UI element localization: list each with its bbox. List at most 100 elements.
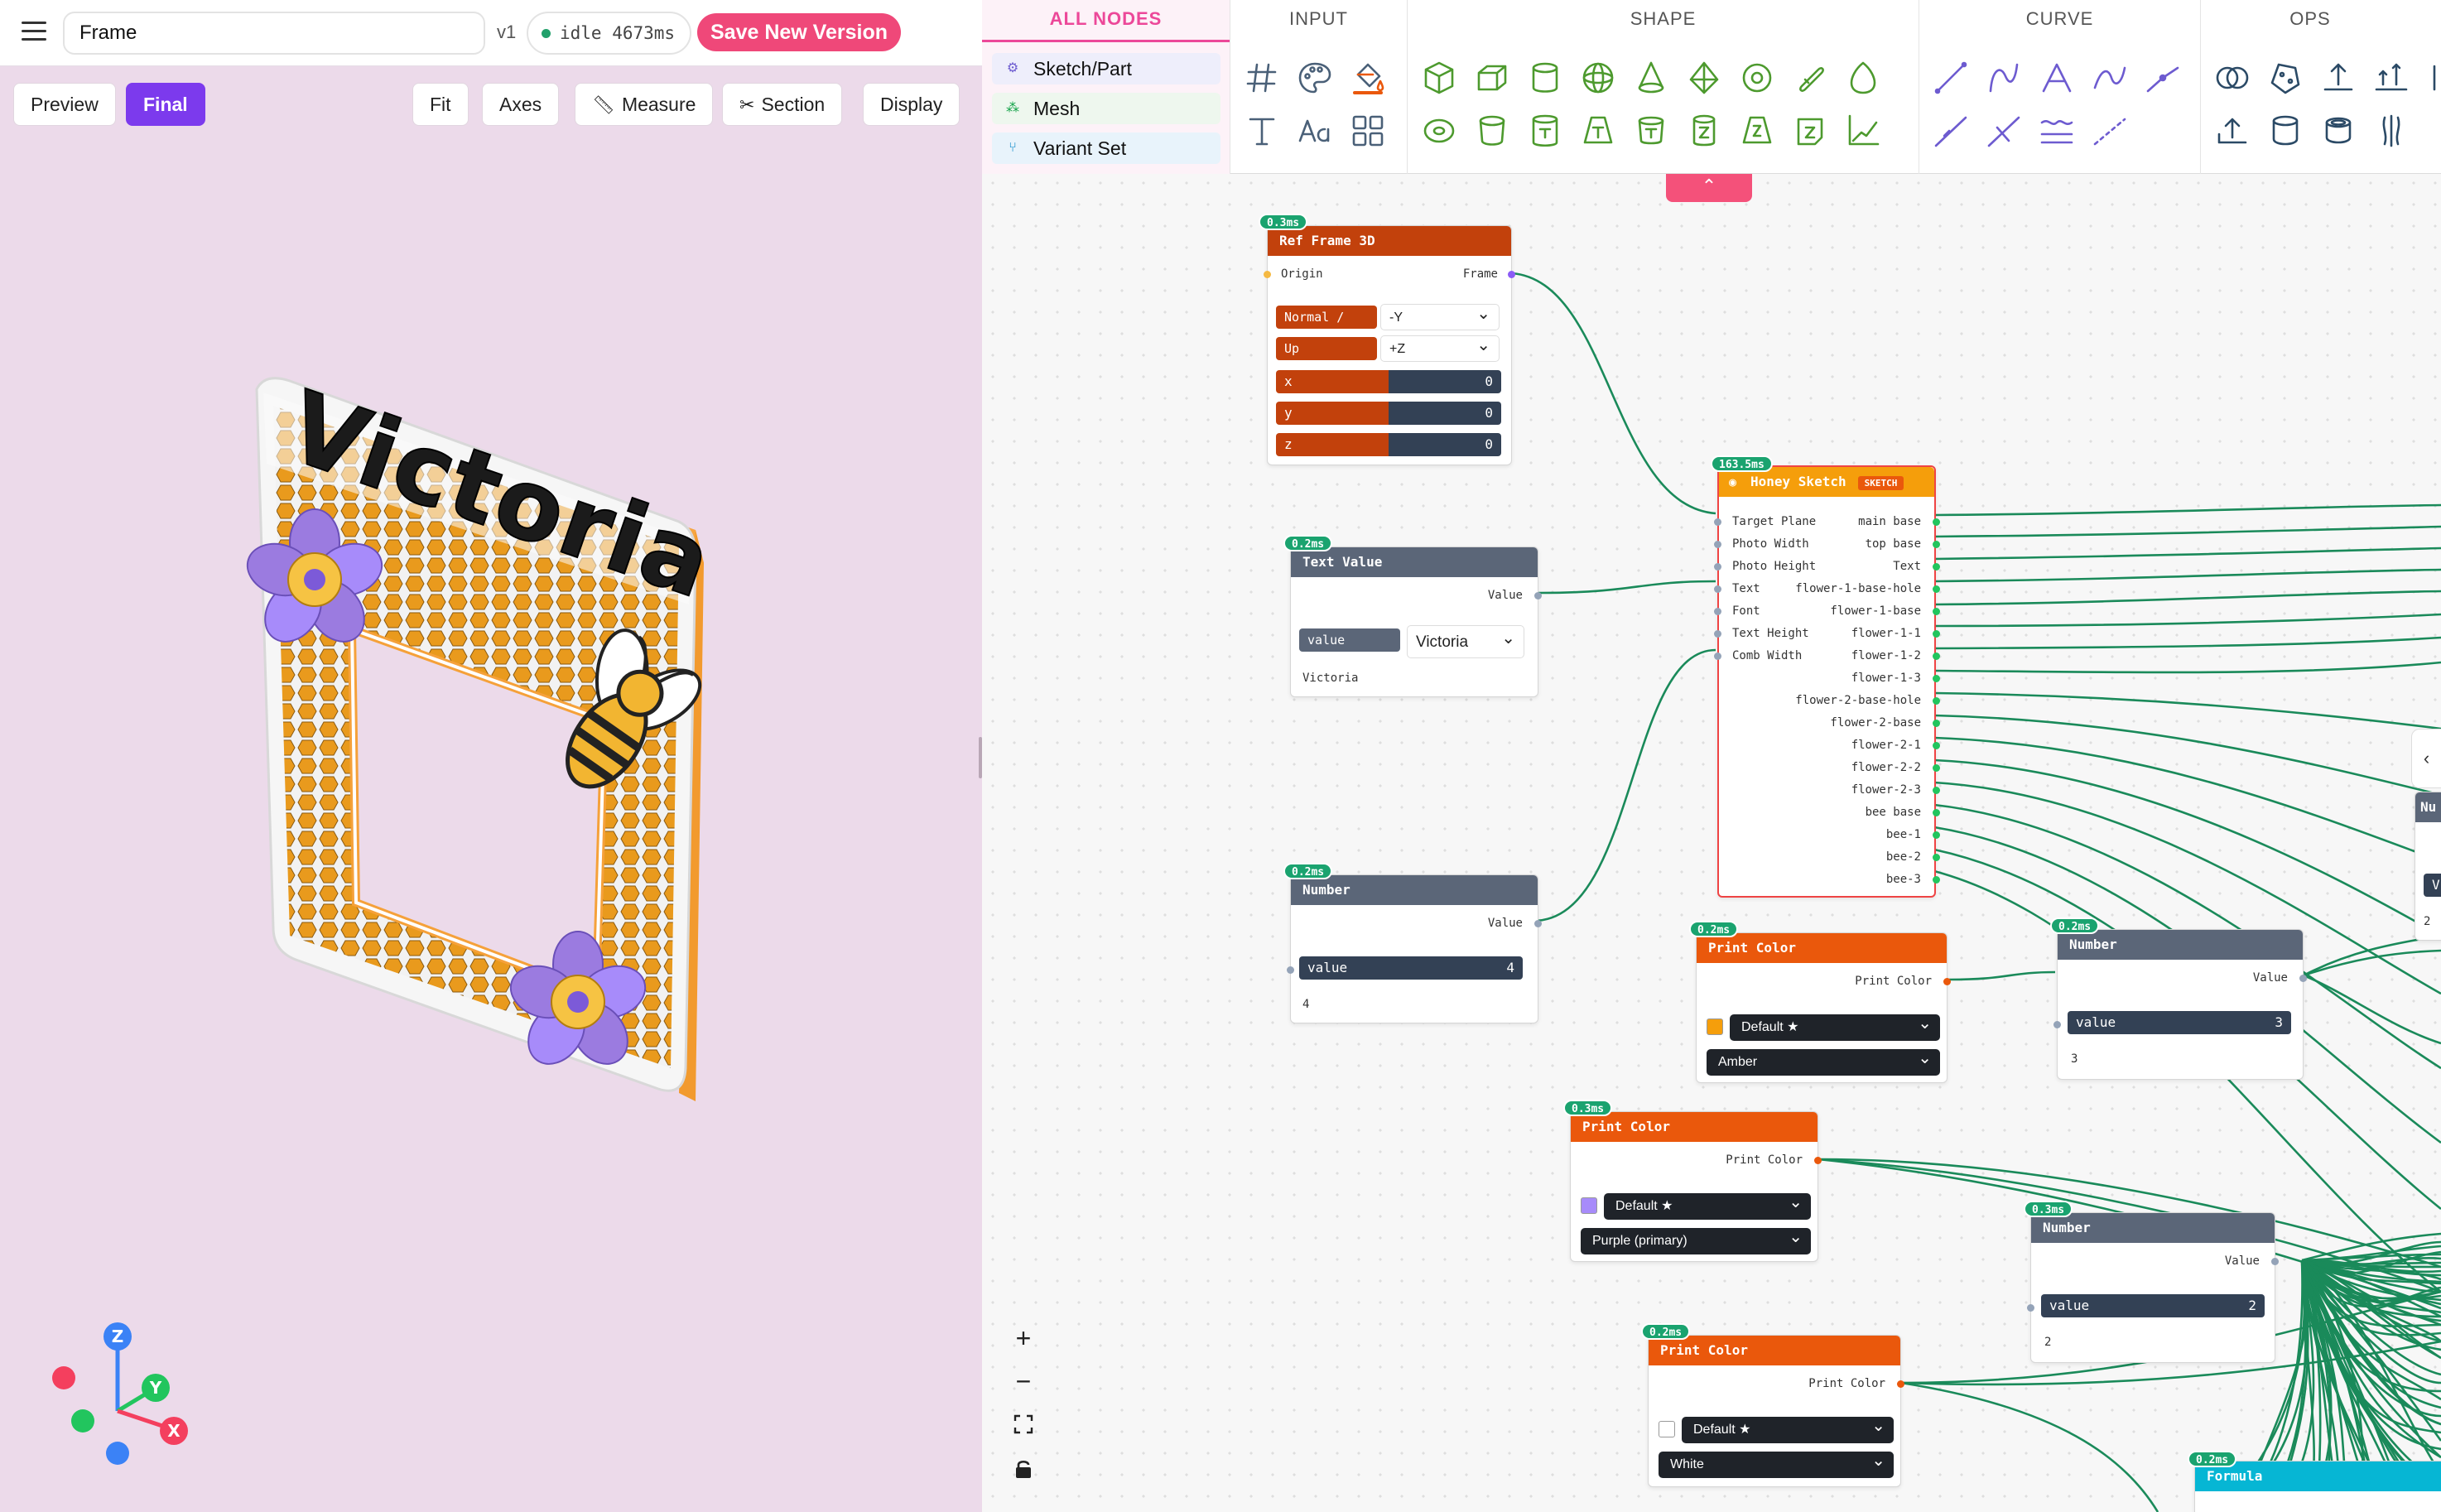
zoom-out-button[interactable]: −: [1007, 1365, 1040, 1398]
document-title-input[interactable]: Frame: [63, 12, 485, 55]
input-port-value[interactable]: [2027, 1304, 2034, 1312]
chip-sketch-part[interactable]: ⚙ Sketch/Part: [992, 53, 1220, 84]
color-select[interactable]: Amber: [1707, 1045, 1940, 1076]
value-slider[interactable]: value 4: [1299, 956, 1523, 980]
torus-tool-icon[interactable]: [1737, 58, 1777, 98]
multi-extrude-tool-icon[interactable]: [2371, 58, 2411, 98]
honey-input-port[interactable]: [1714, 608, 1721, 615]
number-input-tool-icon[interactable]: [1242, 58, 1282, 98]
grid-tool-icon[interactable]: [1348, 111, 1388, 151]
hollow-tool-icon[interactable]: [2318, 111, 2358, 151]
rounded-box-tool-icon[interactable]: [1472, 58, 1512, 98]
section-button[interactable]: ✂ Section: [722, 83, 843, 126]
value-slider[interactable]: V: [2424, 874, 2441, 897]
honey-output-port[interactable]: [1933, 697, 1940, 705]
line-tool-icon[interactable]: [1931, 58, 1971, 98]
input-port-origin[interactable]: [1264, 271, 1271, 278]
engrave-cone-tool-icon[interactable]: [1737, 111, 1777, 151]
frame-3d-model[interactable]: Victoria: [232, 356, 729, 1118]
engrave-cylinder-tool-icon[interactable]: [1684, 111, 1724, 151]
wave-curve-tool-icon[interactable]: [2037, 111, 2077, 151]
output-port-print-color[interactable]: [1814, 1157, 1822, 1164]
dotted-curve-tool-icon[interactable]: [2090, 111, 2130, 151]
graph-tool-icon[interactable]: [1843, 111, 1883, 151]
random-tool-icon[interactable]: [2265, 58, 2305, 98]
honey-output-port[interactable]: [1933, 876, 1940, 884]
honey-output-port[interactable]: [1933, 652, 1940, 660]
honey-input-port[interactable]: [1714, 541, 1721, 548]
node-number[interactable]: Number Value value 3 3: [2053, 929, 2307, 1080]
final-button[interactable]: Final: [126, 83, 205, 126]
honey-output-port[interactable]: [1933, 585, 1940, 593]
honey-output-port[interactable]: [1933, 831, 1940, 839]
honey-output-port[interactable]: [1933, 563, 1940, 571]
output-port-value[interactable]: [1534, 592, 1542, 600]
honey-input-port[interactable]: [1714, 652, 1721, 660]
ellipse-tool-icon[interactable]: [1419, 111, 1459, 151]
honey-output-port[interactable]: [1933, 518, 1940, 526]
print-mode-select[interactable]: Default ★: [1604, 1189, 1811, 1220]
chip-variant-set[interactable]: ⑂ Variant Set: [992, 132, 1220, 164]
node-formula[interactable]: Formula: [2194, 1461, 2441, 1512]
input-port-value[interactable]: [2053, 1021, 2061, 1028]
egg-tool-icon[interactable]: [1843, 58, 1883, 98]
engrave-box-tool-icon[interactable]: [1790, 111, 1830, 151]
node-number[interactable]: Number Value value 2 2: [2027, 1212, 2279, 1363]
value-slider[interactable]: value 3: [2068, 1011, 2291, 1034]
axes-button[interactable]: Axes: [482, 83, 560, 126]
push-tool-icon[interactable]: [2212, 111, 2252, 151]
fit-view-button[interactable]: [1007, 1408, 1040, 1441]
three-point-arc-tool-icon[interactable]: [2037, 58, 2077, 98]
normal-axis-select[interactable]: -Y: [1380, 301, 1500, 330]
pyramid-tool-icon[interactable]: [1684, 58, 1724, 98]
hamburger-menu-icon[interactable]: [22, 22, 46, 43]
node-editor[interactable]: ALL NODES ⚙ Sketch/Part ⁂ Mesh ⑂ Variant Se…: [982, 0, 2441, 1512]
node-print-color-amber[interactable]: Print Color Print Color Default ★ Amber: [1696, 932, 1951, 1083]
cone-tool-icon[interactable]: [1631, 58, 1671, 98]
trim-curve-tool-icon[interactable]: [1984, 111, 2024, 151]
up-select[interactable]: +Z: [1380, 332, 1500, 362]
tab-shape[interactable]: SHAPE: [1408, 8, 1919, 30]
eye-icon[interactable]: ◉: [1729, 474, 1736, 489]
honey-output-port[interactable]: [1933, 787, 1940, 794]
honey-input-port[interactable]: [1714, 518, 1721, 526]
loft-tool-icon[interactable]: [2371, 111, 2411, 151]
honey-output-port[interactable]: [1933, 809, 1940, 816]
value-slider[interactable]: value 2: [2041, 1294, 2265, 1317]
node-ref-frame-3d[interactable]: Ref Frame 3D Origin Frame Normal / Axis …: [1264, 225, 1515, 465]
honey-output-port[interactable]: [1933, 541, 1940, 548]
measure-button[interactable]: 📏︎ Measure: [575, 83, 714, 126]
display-button[interactable]: Display: [863, 83, 961, 126]
category-all-nodes[interactable]: ALL NODES ⚙ Sketch/Part ⁂ Mesh ⑂ Variant Se…: [982, 0, 1230, 174]
cylinder-tool-icon[interactable]: [1525, 58, 1565, 98]
honey-input-port[interactable]: [1714, 585, 1721, 593]
partial-tool-icon[interactable]: [2424, 58, 2441, 98]
viewport-panel[interactable]: Frame v1 idle 4673ms Save New Version Pr…: [0, 0, 982, 1512]
z-slider[interactable]: z0: [1276, 433, 1501, 456]
lock-button[interactable]: [1007, 1452, 1040, 1486]
node-print-color-purple[interactable]: Print Color Print Color Default ★ Purple…: [1570, 1111, 1822, 1262]
save-new-version-button[interactable]: Save New Version: [697, 13, 902, 51]
spline-tool-icon[interactable]: [2090, 58, 2130, 98]
box-tool-icon[interactable]: [1419, 58, 1459, 98]
output-port-frame[interactable]: [1508, 271, 1515, 278]
text-cylinder-tool-icon[interactable]: [1525, 111, 1565, 151]
color-select[interactable]: Purple (primary): [1581, 1224, 1811, 1254]
polyline-tool-icon[interactable]: [2143, 58, 2183, 98]
honey-output-port[interactable]: [1933, 720, 1940, 727]
tab-all-nodes[interactable]: ALL NODES: [982, 8, 1230, 30]
offset-curve-tool-icon[interactable]: [1931, 111, 1971, 151]
honey-output-port[interactable]: [1933, 608, 1940, 615]
paint-bucket-tool-icon[interactable]: [1348, 58, 1388, 98]
output-port-value[interactable]: [1534, 920, 1542, 927]
fit-button[interactable]: Fit: [412, 83, 469, 126]
x-slider[interactable]: x0: [1276, 370, 1501, 393]
tab-input[interactable]: INPUT: [1230, 8, 1407, 30]
node-number[interactable]: Number Value value 4 4: [1287, 874, 1542, 1023]
collapse-toolbar-button[interactable]: ⌃: [1666, 174, 1752, 202]
tab-curve[interactable]: CURVE: [1919, 8, 2200, 30]
color-palette-tool-icon[interactable]: [1295, 58, 1335, 98]
zoom-in-button[interactable]: +: [1007, 1322, 1040, 1355]
font-tool-icon[interactable]: [1295, 111, 1335, 151]
sphere-tool-icon[interactable]: [1578, 58, 1618, 98]
